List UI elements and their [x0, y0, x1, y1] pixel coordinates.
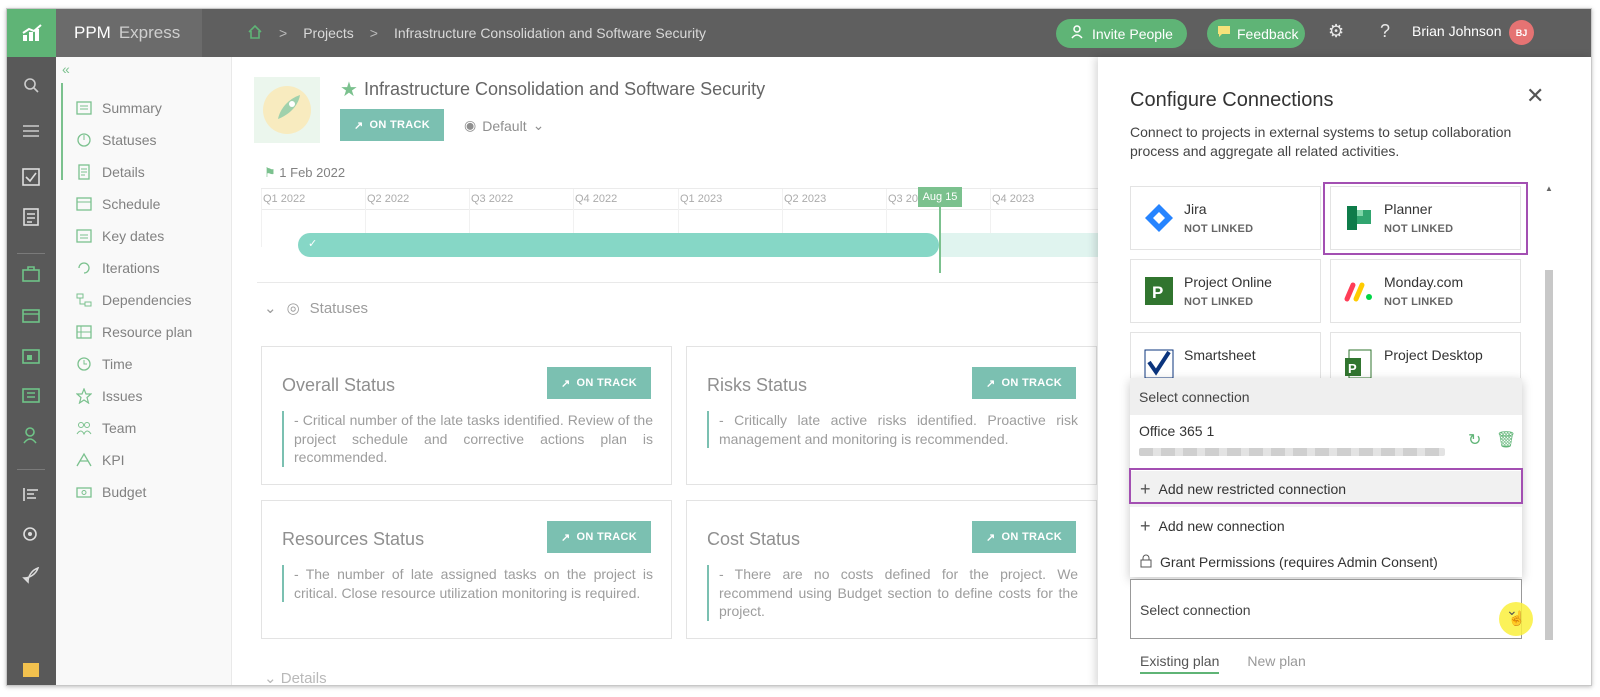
overlay-dim: [56, 57, 1098, 685]
app-window: PPM Express > Projects > Infrastructure C…: [6, 8, 1592, 686]
chevron-right-icon: >: [279, 25, 288, 41]
pointer-cursor-icon: ☝: [1508, 610, 1526, 626]
lock-icon: [1140, 554, 1152, 571]
project-online-icon: P: [1145, 277, 1173, 305]
smartsheet-icon: [1144, 349, 1174, 379]
projects-icon[interactable]: [20, 346, 42, 366]
configure-connections-panel: Configure Connections ✕ Connect to proje…: [1098, 57, 1591, 685]
panel-scrollbar[interactable]: ▲: [1544, 184, 1554, 644]
breadcrumb: > Projects > Infrastructure Consolidatio…: [247, 9, 706, 57]
option-label: Grant Permissions (requires Admin Consen…: [1160, 554, 1438, 570]
highlight-planner: [1323, 182, 1528, 255]
invite-people-button[interactable]: Invite People: [1056, 19, 1187, 48]
jira-icon: [1145, 204, 1173, 232]
feedback-label: Feedback: [1237, 25, 1299, 42]
tab-existing-plan[interactable]: Existing plan: [1140, 653, 1220, 674]
brand-name: PPM: [74, 23, 111, 42]
plus-icon: +: [1140, 515, 1151, 536]
connection-tile-monday[interactable]: Monday.com NOT LINKED: [1330, 259, 1521, 323]
rocket-icon[interactable]: [20, 565, 42, 585]
brand-title[interactable]: PPM Express: [56, 9, 202, 57]
tile-status: NOT LINKED: [1384, 296, 1454, 308]
help-icon[interactable]: ?: [1380, 21, 1390, 42]
monday-icon: [1344, 282, 1372, 302]
breadcrumb-projects[interactable]: Projects: [303, 25, 354, 41]
svg-text:P: P: [1152, 283, 1163, 302]
help-chat-icon[interactable]: [20, 660, 42, 680]
target-icon[interactable]: [20, 524, 42, 544]
tile-name: Project Online: [1184, 274, 1272, 290]
left-rail: [7, 57, 56, 685]
menu-icon[interactable]: [20, 121, 42, 141]
tile-name: Project Desktop: [1384, 347, 1483, 363]
plan-tabs: Existing plan New plan: [1140, 653, 1306, 674]
tile-name: Jira: [1184, 201, 1207, 217]
trash-icon[interactable]: 🗑: [1496, 430, 1516, 450]
app-logo-icon[interactable]: [7, 9, 56, 57]
panel-title: Configure Connections: [1130, 89, 1334, 111]
feedback-button[interactable]: Feedback: [1207, 19, 1305, 48]
connection-detail-redacted: [1139, 448, 1445, 456]
gear-icon[interactable]: ⚙: [1328, 21, 1344, 42]
portfolio-icon[interactable]: [20, 264, 42, 284]
grant-permissions-option[interactable]: Grant Permissions (requires Admin Consen…: [1130, 544, 1522, 580]
existing-connection-name[interactable]: Office 365 1: [1139, 423, 1214, 439]
tile-name: Monday.com: [1384, 274, 1464, 290]
select-placeholder: Select connection: [1140, 602, 1251, 618]
user-name[interactable]: Brian Johnson: [1412, 23, 1502, 39]
tasks-icon[interactable]: [20, 167, 42, 187]
option-label: Add new connection: [1158, 518, 1285, 534]
tile-status: NOT LINKED: [1184, 296, 1254, 308]
add-connection-option[interactable]: + Add new connection: [1130, 508, 1522, 544]
avatar[interactable]: BJ: [1509, 20, 1534, 45]
programs-icon[interactable]: [20, 305, 42, 325]
highlight-restricted-option: [1129, 468, 1523, 504]
roadmap-icon[interactable]: [20, 484, 42, 504]
connection-tile-project-online[interactable]: P Project Online NOT LINKED: [1130, 259, 1321, 323]
top-bar: PPM Express > Projects > Infrastructure C…: [7, 9, 1591, 57]
users-icon[interactable]: [20, 425, 42, 445]
panel-description: Connect to projects in external systems …: [1130, 124, 1512, 159]
chevron-right-icon: >: [369, 25, 378, 41]
home-icon[interactable]: [247, 24, 263, 43]
scrollbar-thumb[interactable]: [1545, 270, 1553, 640]
add-user-icon: [1070, 24, 1086, 43]
invite-people-label: Invite People: [1092, 25, 1173, 42]
brand-sub: Express: [118, 23, 181, 42]
scroll-up-icon[interactable]: ▲: [1545, 184, 1553, 193]
project-desktop-icon: P: [1345, 349, 1372, 379]
refresh-icon[interactable]: ↻: [1468, 430, 1481, 450]
connection-tile-jira[interactable]: Jira NOT LINKED: [1130, 186, 1321, 250]
search-icon[interactable]: [20, 75, 42, 95]
breadcrumb-project[interactable]: Infrastructure Consolidation and Softwar…: [394, 25, 706, 41]
dropdown-header: Select connection: [1130, 378, 1522, 415]
svg-text:P: P: [1348, 361, 1357, 376]
tile-name: Smartsheet: [1184, 347, 1256, 363]
tile-status: NOT LINKED: [1184, 223, 1254, 235]
select-connection-field[interactable]: Select connection: [1130, 579, 1522, 639]
feedback-icon: [1217, 25, 1231, 42]
tab-new-plan[interactable]: New plan: [1247, 653, 1305, 674]
reports-icon[interactable]: [20, 207, 42, 227]
resources-icon[interactable]: [20, 385, 42, 405]
close-icon[interactable]: ✕: [1526, 83, 1544, 109]
